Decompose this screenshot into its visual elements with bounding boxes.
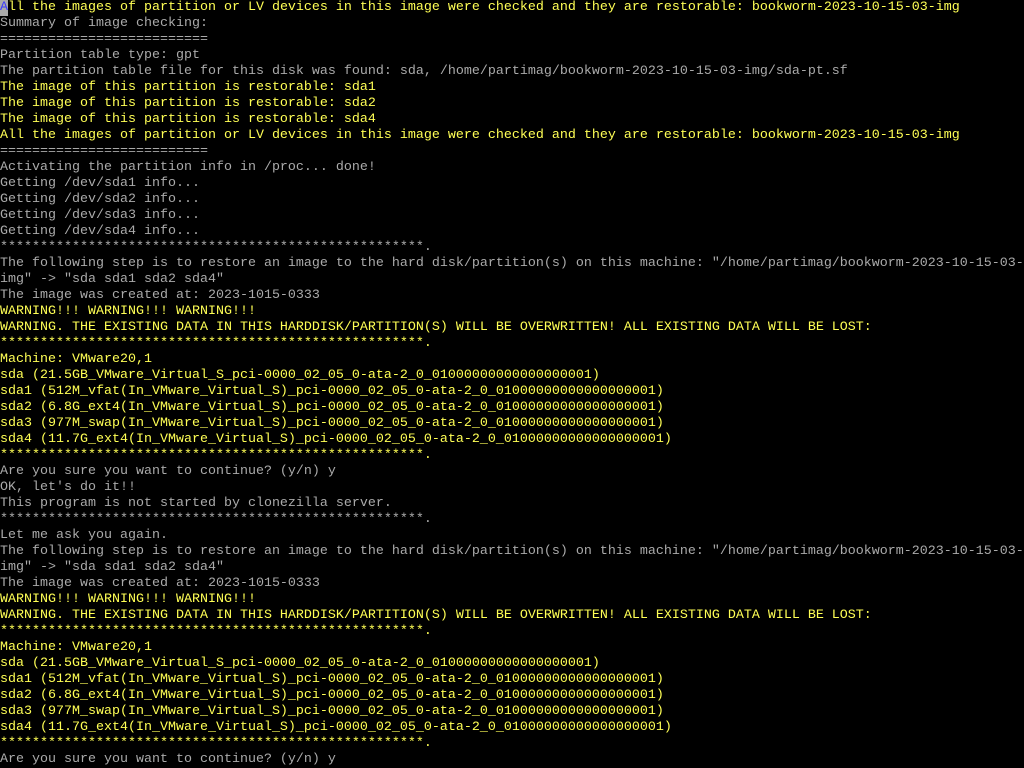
terminal-line-text: Activating the partition info in /proc..… bbox=[0, 160, 376, 175]
terminal-line: WARNING!!! WARNING!!! WARNING!!! bbox=[0, 304, 1024, 320]
terminal-line: sda2 (6.8G_ext4(In_VMware_Virtual_S)_pci… bbox=[0, 400, 1024, 416]
terminal-line-text: ****************************************… bbox=[0, 512, 432, 527]
terminal-line-text: ****************************************… bbox=[0, 624, 432, 639]
terminal-line-text: ========================== bbox=[0, 144, 208, 159]
terminal-line-text: Getting /dev/sda2 info... bbox=[0, 192, 200, 207]
terminal-line-text: ll the images of partition or LV devices… bbox=[8, 0, 960, 15]
terminal-line: Let me ask you again. bbox=[0, 528, 1024, 544]
terminal-line-text: img" -> "sda sda1 sda2 sda4" bbox=[0, 272, 224, 287]
terminal-line: Partition table type: gpt bbox=[0, 48, 1024, 64]
terminal-line: sda4 (11.7G_ext4(In_VMware_Virtual_S)_pc… bbox=[0, 720, 1024, 736]
terminal-line-text: The following step is to restore an imag… bbox=[0, 544, 1024, 559]
terminal-line-text: Summary of image checking: bbox=[0, 16, 208, 31]
terminal-line: ****************************************… bbox=[0, 448, 1024, 464]
terminal-line-text: All the images of partition or LV device… bbox=[0, 128, 960, 143]
terminal-line: Getting /dev/sda4 info... bbox=[0, 224, 1024, 240]
terminal-line-text: Getting /dev/sda4 info... bbox=[0, 224, 200, 239]
terminal-line: ****************************************… bbox=[0, 624, 1024, 640]
terminal-line: Getting /dev/sda2 info... bbox=[0, 192, 1024, 208]
terminal-line: Are you sure you want to continue? (y/n)… bbox=[0, 464, 1024, 480]
terminal-line-text: This program is not started by clonezill… bbox=[0, 496, 392, 511]
terminal-line: The following step is to restore an imag… bbox=[0, 544, 1024, 560]
terminal-line: The image of this partition is restorabl… bbox=[0, 80, 1024, 96]
terminal-line-text: The partition table file for this disk w… bbox=[0, 64, 848, 79]
terminal-line: Machine: VMware20,1 bbox=[0, 640, 1024, 656]
terminal-line: This program is not started by clonezill… bbox=[0, 496, 1024, 512]
terminal-line-text: ========================== bbox=[0, 32, 208, 47]
terminal-line: WARNING!!! WARNING!!! WARNING!!! bbox=[0, 592, 1024, 608]
terminal-line-text: sda2 (6.8G_ext4(In_VMware_Virtual_S)_pci… bbox=[0, 400, 664, 415]
terminal-line-text: sda4 (11.7G_ext4(In_VMware_Virtual_S)_pc… bbox=[0, 432, 672, 447]
terminal-line: All the images of partition or LV device… bbox=[0, 128, 1024, 144]
terminal-line: ****************************************… bbox=[0, 736, 1024, 752]
terminal-line: The image was created at: 2023-1015-0333 bbox=[0, 288, 1024, 304]
terminal-line-text: ****************************************… bbox=[0, 736, 432, 751]
terminal-line: img" -> "sda sda1 sda2 sda4" bbox=[0, 272, 1024, 288]
terminal-line: WARNING. THE EXISTING DATA IN THIS HARDD… bbox=[0, 608, 1024, 624]
terminal-line-text: Are you sure you want to continue? (y/n)… bbox=[0, 752, 336, 767]
terminal-cursor: A bbox=[0, 0, 8, 16]
terminal-line-text: OK, let's do it!! bbox=[0, 480, 136, 495]
terminal-line-text: sda1 (512M_vfat(In_VMware_Virtual_S)_pci… bbox=[0, 384, 664, 399]
terminal-line: The partition table file for this disk w… bbox=[0, 64, 1024, 80]
terminal-line: sda1 (512M_vfat(In_VMware_Virtual_S)_pci… bbox=[0, 672, 1024, 688]
terminal-line-text: Partition table type: gpt bbox=[0, 48, 200, 63]
terminal-line-text: sda3 (977M_swap(In_VMware_Virtual_S)_pci… bbox=[0, 416, 664, 431]
terminal-line: OK, let's do it!! bbox=[0, 480, 1024, 496]
terminal-line-text: The following step is to restore an imag… bbox=[0, 256, 1024, 271]
terminal-line: img" -> "sda sda1 sda2 sda4" bbox=[0, 560, 1024, 576]
terminal-line-text: WARNING!!! WARNING!!! WARNING!!! bbox=[0, 304, 256, 319]
terminal-line-text: The image of this partition is restorabl… bbox=[0, 112, 376, 127]
terminal-line: Activating the partition info in /proc..… bbox=[0, 160, 1024, 176]
terminal-line: Are you sure you want to continue? (y/n)… bbox=[0, 752, 1024, 768]
terminal-line-text: sda2 (6.8G_ext4(In_VMware_Virtual_S)_pci… bbox=[0, 688, 664, 703]
terminal-line-text: ****************************************… bbox=[0, 336, 432, 351]
terminal-line: sda4 (11.7G_ext4(In_VMware_Virtual_S)_pc… bbox=[0, 432, 1024, 448]
terminal-line: WARNING. THE EXISTING DATA IN THIS HARDD… bbox=[0, 320, 1024, 336]
terminal-line: ========================== bbox=[0, 144, 1024, 160]
terminal-line: Summary of image checking: bbox=[0, 16, 1024, 32]
terminal-line: ========================== bbox=[0, 32, 1024, 48]
terminal-line: All the images of partition or LV device… bbox=[0, 0, 1024, 16]
terminal-line-text: The image of this partition is restorabl… bbox=[0, 96, 376, 111]
terminal-line: The image was created at: 2023-1015-0333 bbox=[0, 576, 1024, 592]
terminal-line: The image of this partition is restorabl… bbox=[0, 96, 1024, 112]
terminal-line: ****************************************… bbox=[0, 240, 1024, 256]
terminal-line-text: sda (21.5GB_VMware_Virtual_S_pci-0000_02… bbox=[0, 368, 600, 383]
terminal-line-text: The image was created at: 2023-1015-0333 bbox=[0, 576, 320, 591]
terminal-line: sda1 (512M_vfat(In_VMware_Virtual_S)_pci… bbox=[0, 384, 1024, 400]
terminal-line-text: WARNING!!! WARNING!!! WARNING!!! bbox=[0, 592, 256, 607]
terminal-line: sda (21.5GB_VMware_Virtual_S_pci-0000_02… bbox=[0, 656, 1024, 672]
terminal-line-text: sda1 (512M_vfat(In_VMware_Virtual_S)_pci… bbox=[0, 672, 664, 687]
terminal-line: ****************************************… bbox=[0, 512, 1024, 528]
terminal-line: sda3 (977M_swap(In_VMware_Virtual_S)_pci… bbox=[0, 416, 1024, 432]
terminal-line-text: Machine: VMware20,1 bbox=[0, 352, 152, 367]
terminal-line-text: sda (21.5GB_VMware_Virtual_S_pci-0000_02… bbox=[0, 656, 600, 671]
terminal-line-text: WARNING. THE EXISTING DATA IN THIS HARDD… bbox=[0, 608, 872, 623]
terminal-line: Getting /dev/sda1 info... bbox=[0, 176, 1024, 192]
terminal-line: The following step is to restore an imag… bbox=[0, 256, 1024, 272]
terminal-line-text: The image of this partition is restorabl… bbox=[0, 80, 376, 95]
terminal-line: The image of this partition is restorabl… bbox=[0, 112, 1024, 128]
terminal-line: Getting /dev/sda3 info... bbox=[0, 208, 1024, 224]
terminal-line-text: sda3 (977M_swap(In_VMware_Virtual_S)_pci… bbox=[0, 704, 664, 719]
terminal-line-text: WARNING. THE EXISTING DATA IN THIS HARDD… bbox=[0, 320, 872, 335]
terminal-line: sda3 (977M_swap(In_VMware_Virtual_S)_pci… bbox=[0, 704, 1024, 720]
terminal-screen[interactable]: All the images of partition or LV device… bbox=[0, 0, 1024, 768]
terminal-line-text: Machine: VMware20,1 bbox=[0, 640, 152, 655]
terminal-line: ****************************************… bbox=[0, 336, 1024, 352]
terminal-line: Machine: VMware20,1 bbox=[0, 352, 1024, 368]
terminal-line-text: Let me ask you again. bbox=[0, 528, 168, 543]
terminal-line-text: Getting /dev/sda1 info... bbox=[0, 176, 200, 191]
terminal-line-text: img" -> "sda sda1 sda2 sda4" bbox=[0, 560, 224, 575]
terminal-line-text: Getting /dev/sda3 info... bbox=[0, 208, 200, 223]
terminal-line: sda (21.5GB_VMware_Virtual_S_pci-0000_02… bbox=[0, 368, 1024, 384]
terminal-line-text: ****************************************… bbox=[0, 448, 432, 463]
terminal-line-text: sda4 (11.7G_ext4(In_VMware_Virtual_S)_pc… bbox=[0, 720, 672, 735]
terminal-line: sda2 (6.8G_ext4(In_VMware_Virtual_S)_pci… bbox=[0, 688, 1024, 704]
terminal-line-text: The image was created at: 2023-1015-0333 bbox=[0, 288, 320, 303]
terminal-line-text: ****************************************… bbox=[0, 240, 432, 255]
terminal-line-text: Are you sure you want to continue? (y/n)… bbox=[0, 464, 336, 479]
